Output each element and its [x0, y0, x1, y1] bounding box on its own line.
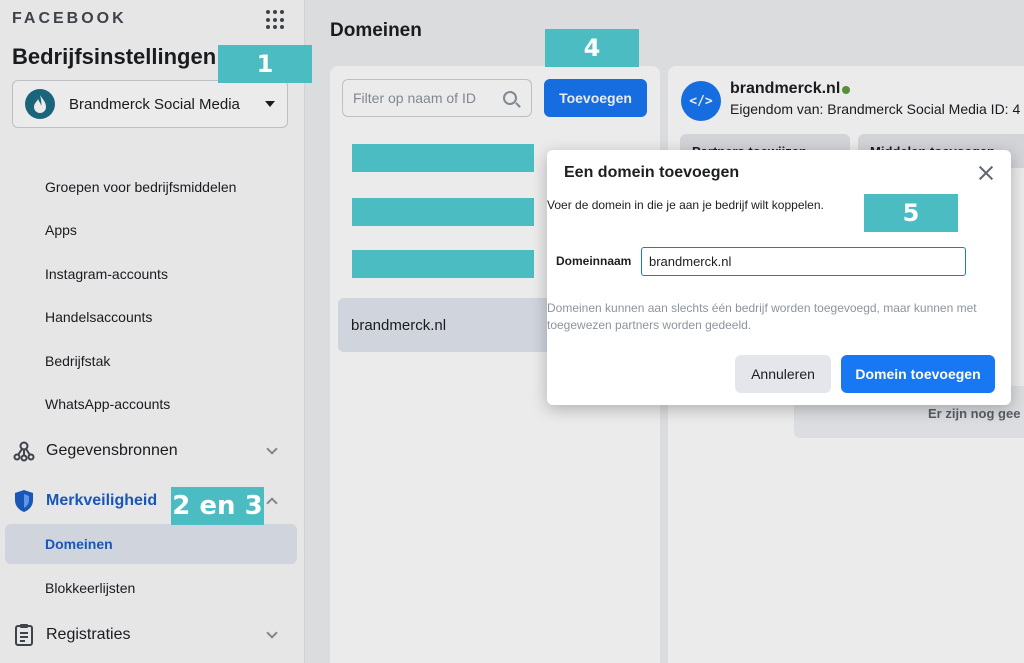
detail-owner: Eigendom van: Brandmerck Social Media ID…: [730, 101, 1021, 117]
business-selector[interactable]: Brandmerck Social Media: [12, 80, 288, 128]
annotation-step-1: 1: [218, 45, 312, 83]
apps-grid-icon[interactable]: [266, 10, 286, 30]
domain-name-label: Domeinnaam: [556, 254, 632, 268]
chevron-down-icon: [266, 627, 278, 639]
page-heading: Bedrijfsinstellingen: [12, 44, 217, 69]
dialog-note: Domeinen kunnen aan slechts één bedrijf …: [547, 301, 977, 332]
sidebar-group-label: Gegevensbronnen: [46, 442, 178, 459]
empty-state-text: Er zijn nog gee: [928, 406, 1021, 421]
search-icon: [503, 91, 517, 105]
annotation-step-5: 5: [864, 194, 958, 232]
close-icon[interactable]: [977, 164, 995, 182]
status-dot: [842, 86, 850, 94]
sidebar-group-label: Registraties: [46, 626, 131, 643]
code-icon: </>: [681, 81, 721, 121]
sidebar-group-data-sources[interactable]: Gegevensbronnen: [12, 436, 288, 466]
sidebar-item-instagram-accounts[interactable]: Instagram-accounts: [45, 266, 168, 282]
redacted-block: [352, 144, 534, 172]
redacted-block: [352, 250, 534, 278]
cancel-button[interactable]: Annuleren: [735, 355, 831, 393]
annotation-step-4: 4: [545, 29, 639, 67]
business-name: Brandmerck Social Media: [69, 95, 240, 113]
shield-icon: [12, 489, 36, 513]
chevron-down-icon: [266, 443, 278, 455]
business-avatar: [25, 89, 55, 119]
facebook-logo[interactable]: FACEBOOK: [12, 10, 127, 28]
dialog-description: Voer de domein in die je aan je bedrijf …: [547, 198, 824, 212]
caret-down-icon: [265, 101, 275, 107]
flame-logo-icon: [34, 95, 46, 113]
add-button[interactable]: Toevoegen: [544, 79, 647, 117]
redacted-block: [352, 198, 534, 226]
sidebar: FACEBOOK Bedrijfsinstellingen Brandmerck…: [0, 0, 305, 663]
sidebar-item-block-lists[interactable]: Blokkeerlijsten: [45, 580, 135, 596]
sidebar-item-industry[interactable]: Bedrijfstak: [45, 353, 110, 369]
search-input[interactable]: [353, 90, 503, 106]
add-domain-dialog: Een domein toevoegen Voer de domein in d…: [547, 150, 1011, 405]
domain-name-input[interactable]: [641, 247, 966, 276]
add-domain-button[interactable]: Domein toevoegen: [841, 355, 995, 393]
sidebar-item-domains-label[interactable]: Domeinen: [45, 536, 113, 552]
sidebar-item-apps[interactable]: Apps: [45, 222, 77, 238]
annotation-step-2-3: 2 en 3: [171, 487, 264, 525]
clipboard-icon: [12, 623, 36, 647]
detail-title: brandmerck.nl: [730, 80, 841, 97]
sidebar-item-whatsapp-accounts[interactable]: WhatsApp-accounts: [45, 396, 170, 412]
data-sources-icon: [12, 439, 36, 463]
sidebar-item-commerce-accounts[interactable]: Handelsaccounts: [45, 309, 152, 325]
page-title: Domeinen: [330, 20, 422, 41]
dialog-title: Een domein toevoegen: [564, 164, 740, 181]
chevron-up-icon: [266, 497, 278, 509]
search-box[interactable]: [342, 79, 532, 117]
sidebar-group-registrations[interactable]: Registraties: [12, 620, 288, 650]
sidebar-item-asset-groups[interactable]: Groepen voor bedrijfsmiddelen: [45, 179, 236, 195]
